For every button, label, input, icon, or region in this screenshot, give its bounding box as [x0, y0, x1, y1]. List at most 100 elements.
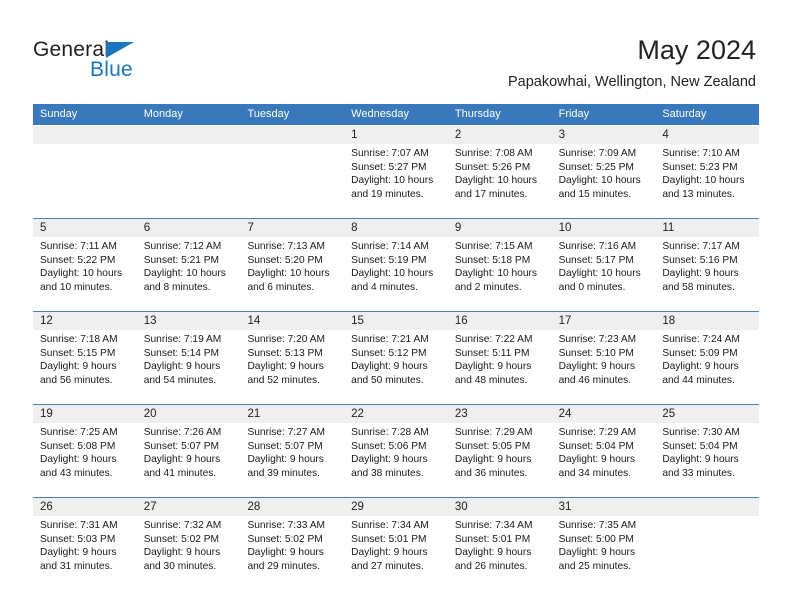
- day-cell[interactable]: Sunrise: 7:12 AM Sunset: 5:21 PM Daylight:…: [137, 237, 241, 311]
- day-cell[interactable]: Sunrise: 7:35 AM Sunset: 5:00 PM Daylight:…: [552, 516, 656, 590]
- day-number[interactable]: 31: [552, 498, 656, 516]
- day-number[interactable]: 28: [240, 498, 344, 516]
- day-cell[interactable]: Sunrise: 7:33 AM Sunset: 5:02 PM Daylight:…: [240, 516, 344, 590]
- daylight-text: Daylight: 9 hours and 46 minutes.: [558, 361, 636, 386]
- day-number[interactable]: 29: [344, 498, 448, 516]
- day-number[interactable]: 7: [240, 219, 344, 237]
- daylight-text: Daylight: 9 hours and 34 minutes.: [558, 454, 636, 479]
- sunset-text: Sunset: 5:23 PM: [662, 161, 738, 173]
- day-number[interactable]: 12: [33, 312, 137, 330]
- day-cell[interactable]: Sunrise: 7:16 AM Sunset: 5:17 PM Daylight:…: [552, 237, 656, 311]
- brand-name-blue: Blue: [90, 58, 133, 81]
- day-number[interactable]: 3: [552, 126, 656, 144]
- day-number[interactable]: 15: [344, 312, 448, 330]
- day-cell[interactable]: Sunrise: 7:19 AM Sunset: 5:14 PM Daylight:…: [137, 330, 241, 404]
- daylight-text: Daylight: 9 hours and 48 minutes.: [454, 361, 532, 386]
- day-cell[interactable]: Sunrise: 7:31 AM Sunset: 5:03 PM Daylight:…: [33, 516, 137, 590]
- day-cell[interactable]: Sunrise: 7:32 AM Sunset: 5:02 PM Daylight:…: [137, 516, 241, 590]
- day-number[interactable]: 24: [552, 405, 656, 423]
- day-number-empty: [240, 126, 344, 144]
- daylight-text: Daylight: 9 hours and 58 minutes.: [662, 268, 739, 293]
- sunset-text: Sunset: 5:21 PM: [143, 254, 220, 266]
- sunset-text: Sunset: 5:19 PM: [351, 254, 427, 266]
- sunset-text: Sunset: 5:01 PM: [351, 533, 427, 545]
- day-cell[interactable]: Sunrise: 7:30 AM Sunset: 5:04 PM Daylight:…: [655, 423, 759, 497]
- day-number[interactable]: 25: [655, 405, 759, 423]
- day-cell[interactable]: Sunrise: 7:11 AM Sunset: 5:22 PM Daylight:…: [33, 237, 137, 311]
- day-cell[interactable]: Sunrise: 7:20 AM Sunset: 5:13 PM Daylight:…: [240, 330, 344, 404]
- sunrise-text: Sunrise: 7:30 AM: [662, 427, 740, 438]
- day-number[interactable]: 13: [137, 312, 241, 330]
- day-number[interactable]: 5: [33, 219, 137, 237]
- day-cell[interactable]: Sunrise: 7:10 AM Sunset: 5:23 PM Daylight:…: [655, 144, 759, 218]
- sunrise-text: Sunrise: 7:34 AM: [454, 520, 533, 531]
- day-cell[interactable]: Sunrise: 7:18 AM Sunset: 5:15 PM Daylight:…: [33, 330, 137, 404]
- daylight-text: Daylight: 9 hours and 56 minutes.: [40, 361, 117, 386]
- day-number[interactable]: 19: [33, 405, 137, 423]
- day-number[interactable]: 17: [552, 312, 656, 330]
- page-title: May 2024: [637, 35, 756, 65]
- day-cell[interactable]: Sunrise: 7:21 AM Sunset: 5:12 PM Daylight:…: [344, 330, 448, 404]
- day-number[interactable]: 9: [448, 219, 552, 237]
- day-cell[interactable]: Sunrise: 7:28 AM Sunset: 5:06 PM Daylight:…: [344, 423, 448, 497]
- day-number[interactable]: 20: [137, 405, 241, 423]
- day-number[interactable]: 22: [344, 405, 448, 423]
- sunrise-text: Sunrise: 7:12 AM: [143, 241, 222, 252]
- day-number[interactable]: 11: [655, 219, 759, 237]
- day-number[interactable]: 26: [33, 498, 137, 516]
- weekday-header-monday: Monday: [143, 108, 183, 120]
- sunset-text: Sunset: 5:20 PM: [247, 254, 323, 266]
- day-number[interactable]: 18: [655, 312, 759, 330]
- day-number[interactable]: 4: [655, 126, 759, 144]
- day-number[interactable]: 14: [240, 312, 344, 330]
- sunset-text: Sunset: 5:03 PM: [40, 533, 116, 545]
- day-cell[interactable]: Sunrise: 7:24 AM Sunset: 5:09 PM Daylight:…: [655, 330, 759, 404]
- day-cell[interactable]: Sunrise: 7:27 AM Sunset: 5:07 PM Daylight:…: [240, 423, 344, 497]
- day-number[interactable]: 8: [344, 219, 448, 237]
- sunset-text: Sunset: 5:10 PM: [558, 347, 634, 359]
- day-number[interactable]: 23: [448, 405, 552, 423]
- day-cell[interactable]: Sunrise: 7:34 AM Sunset: 5:01 PM Daylight:…: [344, 516, 448, 590]
- day-number[interactable]: 2: [448, 126, 552, 144]
- brand-logo[interactable]: General Blue: [33, 38, 213, 86]
- day-cell[interactable]: Sunrise: 7:08 AM Sunset: 5:26 PM Daylight:…: [448, 144, 552, 218]
- day-number[interactable]: 21: [240, 405, 344, 423]
- daylight-text: Daylight: 9 hours and 26 minutes.: [454, 547, 532, 572]
- daylight-text: Daylight: 9 hours and 33 minutes.: [662, 454, 739, 479]
- sunrise-text: Sunrise: 7:18 AM: [40, 334, 118, 345]
- sunset-text: Sunset: 5:14 PM: [143, 347, 220, 359]
- day-cell[interactable]: Sunrise: 7:13 AM Sunset: 5:20 PM Daylight:…: [240, 237, 344, 311]
- day-number-empty: [655, 498, 759, 516]
- day-cell[interactable]: Sunrise: 7:29 AM Sunset: 5:05 PM Daylight:…: [448, 423, 552, 497]
- day-cell[interactable]: Sunrise: 7:22 AM Sunset: 5:11 PM Daylight:…: [448, 330, 552, 404]
- day-cell[interactable]: Sunrise: 7:07 AM Sunset: 5:27 PM Daylight:…: [344, 144, 448, 218]
- sunset-text: Sunset: 5:11 PM: [454, 347, 530, 359]
- page-header: General Blue May 2024 Papakowhai, Wellin…: [0, 0, 792, 104]
- daylight-text: Daylight: 10 hours and 8 minutes.: [143, 268, 226, 293]
- day-cell[interactable]: Sunrise: 7:23 AM Sunset: 5:10 PM Daylight:…: [552, 330, 656, 404]
- day-cell[interactable]: Sunrise: 7:25 AM Sunset: 5:08 PM Daylight:…: [33, 423, 137, 497]
- day-number[interactable]: 10: [552, 219, 656, 237]
- sunrise-text: Sunrise: 7:08 AM: [454, 148, 533, 159]
- day-cell[interactable]: Sunrise: 7:14 AM Sunset: 5:19 PM Daylight:…: [344, 237, 448, 311]
- blue-triangle-icon: [106, 42, 134, 58]
- sunrise-text: Sunrise: 7:22 AM: [454, 334, 533, 345]
- calendar-week-row: 26 27 28 29 30 31 Sunrise: 7:31 AM Sunset: 5:03…: [33, 497, 759, 590]
- day-cell[interactable]: Sunrise: 7:17 AM Sunset: 5:16 PM Daylight:…: [655, 237, 759, 311]
- day-cell[interactable]: Sunrise: 7:15 AM Sunset: 5:18 PM Daylight:…: [448, 237, 552, 311]
- day-number[interactable]: 6: [137, 219, 241, 237]
- day-cell-empty: [655, 516, 759, 590]
- page-subtitle: Papakowhai, Wellington, New Zealand: [508, 74, 756, 90]
- day-number[interactable]: 16: [448, 312, 552, 330]
- day-cell[interactable]: Sunrise: 7:09 AM Sunset: 5:25 PM Daylight:…: [552, 144, 656, 218]
- day-number[interactable]: 1: [344, 126, 448, 144]
- day-cell[interactable]: Sunrise: 7:29 AM Sunset: 5:04 PM Daylight:…: [552, 423, 656, 497]
- weekday-header-tuesday: Tuesday: [247, 108, 290, 120]
- day-cell[interactable]: Sunrise: 7:26 AM Sunset: 5:07 PM Daylight:…: [137, 423, 241, 497]
- calendar-page: General Blue May 2024 Papakowhai, Wellin…: [0, 0, 792, 612]
- day-cell[interactable]: Sunrise: 7:34 AM Sunset: 5:01 PM Daylight:…: [448, 516, 552, 590]
- day-number[interactable]: 27: [137, 498, 241, 516]
- day-number[interactable]: 30: [448, 498, 552, 516]
- calendar-weeks: 1 2 3 4 Sunrise: 7:07 AM Sunset: 5:27 PM Dayli…: [33, 125, 759, 590]
- calendar-grid: Sunday Monday Tuesday Wednesday Thursday…: [33, 104, 759, 590]
